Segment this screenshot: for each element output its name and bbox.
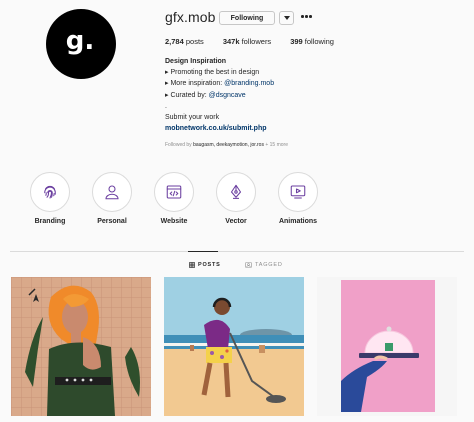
highlight-website[interactable]: Website	[152, 172, 196, 225]
story-highlights: Branding Personal Website Vector Animati…	[0, 172, 474, 232]
bio-line-2: ▸ More inspiration: @branding.mob	[165, 80, 275, 88]
followed-by[interactable]: Followed by baugasm, deekaymotion, jor.r…	[165, 142, 288, 148]
highlight-branding[interactable]: Branding	[28, 172, 72, 225]
tag-user-icon	[245, 262, 252, 268]
post-thumbnail-2[interactable]	[164, 277, 304, 416]
caret-down-icon	[283, 16, 290, 20]
post-thumbnail-1[interactable]	[11, 277, 151, 416]
post-thumbnail-3[interactable]	[317, 277, 457, 416]
following-stat[interactable]: 399 following	[290, 37, 334, 46]
profile-avatar[interactable]: g.	[46, 9, 116, 79]
suggestions-dropdown-button[interactable]	[279, 11, 294, 25]
tab-tagged[interactable]: TAGGED	[245, 262, 283, 268]
bio-line-5: Submit your work	[165, 114, 220, 122]
bio-website-link[interactable]: mobnetwork.co.uk/submit.php	[165, 123, 274, 134]
user-icon	[105, 185, 119, 200]
fingerprint-icon	[44, 185, 56, 199]
bio-mention-dsgncave[interactable]: @dsgncave	[209, 92, 246, 99]
bio-line-1: ▸ Promoting the best in design	[165, 69, 260, 77]
avatar-logo-text: g.	[65, 26, 95, 56]
highlight-vector[interactable]: Vector	[214, 172, 258, 225]
following-button[interactable]: Following	[219, 11, 275, 25]
grid-icon	[189, 262, 195, 268]
highlight-animations[interactable]: Animations	[276, 172, 320, 225]
profile-stats: 2,784 posts 347k followers 399 following	[165, 37, 353, 46]
bio-mention-branding[interactable]: @branding.mob	[224, 80, 274, 87]
pen-nib-icon	[230, 184, 242, 199]
tab-tagged-label: TAGGED	[255, 262, 283, 268]
bio-name: Design Inspiration	[165, 58, 227, 65]
bio-line-4: .	[165, 102, 167, 110]
active-tab-indicator	[188, 251, 218, 252]
highlight-personal[interactable]: Personal	[90, 172, 134, 225]
more-options-icon[interactable]	[301, 15, 312, 18]
profile-username: gfx.mob	[165, 9, 216, 25]
profile-bio: Design Inspiration ▸ Promoting the best …	[165, 56, 274, 134]
followers-stat[interactable]: 347k followers	[223, 37, 271, 46]
bio-line-3: ▸ Curated by: @dsgncave	[165, 91, 246, 99]
post-image-illustration-woman	[11, 277, 151, 416]
post-image-illustration-cloche	[317, 277, 457, 416]
post-image-illustration-beach	[164, 277, 304, 416]
video-play-icon	[290, 185, 306, 199]
tab-posts[interactable]: POSTS	[189, 262, 221, 268]
posts-stat: 2,784 posts	[165, 37, 204, 46]
highlight-label: Animations	[278, 218, 318, 225]
code-window-icon	[166, 185, 182, 199]
tabs-divider	[10, 251, 464, 252]
tab-posts-label: POSTS	[198, 262, 221, 268]
